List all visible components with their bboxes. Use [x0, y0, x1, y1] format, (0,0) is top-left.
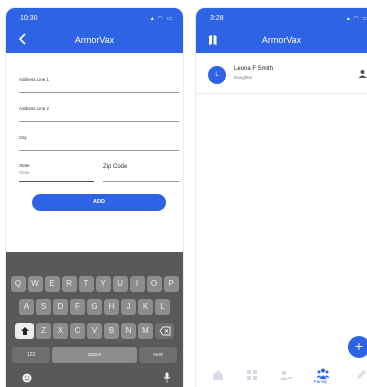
- avatar: L: [208, 66, 226, 84]
- key-l[interactable]: L: [155, 299, 170, 315]
- backspace-icon: [158, 326, 170, 336]
- zip-code-field[interactable]: Zip Code: [103, 161, 179, 182]
- contact-relation: Daughter: [234, 75, 253, 80]
- key-n[interactable]: N: [121, 323, 136, 339]
- app-header: 10:30 ▴ ◠ ▭ ArmorVax: [6, 8, 183, 53]
- key-b[interactable]: B: [104, 323, 119, 339]
- app-title: ArmorVax: [261, 35, 302, 45]
- next-key[interactable]: next: [139, 347, 177, 363]
- add-button[interactable]: ADD: [32, 194, 166, 211]
- emoji-icon[interactable]: [22, 373, 32, 383]
- keyboard-row-3: Z X C V B N M: [6, 323, 183, 339]
- key-f[interactable]: F: [70, 299, 85, 315]
- grid-icon[interactable]: [245, 368, 259, 382]
- shift-key[interactable]: [15, 323, 34, 339]
- state-label: State: [19, 163, 30, 168]
- key-k[interactable]: K: [138, 299, 153, 315]
- zip-code-label: Zip Code: [103, 164, 128, 170]
- keyboard-row-2: A S D F G H J K L: [6, 299, 183, 315]
- space-key[interactable]: space: [52, 347, 137, 363]
- profile-card-icon[interactable]: [279, 368, 293, 382]
- numbers-key[interactable]: 123: [12, 347, 50, 363]
- state-field[interactable]: State State: [19, 161, 94, 182]
- add-family-member-button[interactable]: +: [348, 336, 367, 358]
- key-x[interactable]: X: [53, 323, 68, 339]
- shift-icon: [20, 327, 29, 335]
- left-phone-screen: 10:30 ▴ ◠ ▭ ArmorVax Address Line 1 Addr…: [6, 8, 183, 387]
- bottom-navigation: Family: [196, 358, 367, 387]
- city-label: City: [19, 135, 27, 140]
- app-header: 3:28 ▴ ◠ ▭ ArmorVax: [196, 8, 367, 53]
- key-e[interactable]: E: [44, 276, 60, 292]
- address-line-2-label: Address Line 2: [19, 106, 50, 111]
- microphone-icon[interactable]: [163, 372, 171, 383]
- state-placeholder: State: [19, 170, 30, 175]
- key-z[interactable]: Z: [36, 323, 51, 339]
- key-r[interactable]: R: [61, 276, 77, 292]
- key-v[interactable]: V: [87, 323, 102, 339]
- key-s[interactable]: S: [36, 299, 51, 315]
- status-icons: ▴ ◠ ▭: [346, 16, 367, 22]
- status-icons: ▴ ◠ ▭: [150, 16, 173, 22]
- status-time: 3:28: [210, 15, 224, 22]
- key-c[interactable]: C: [70, 323, 85, 339]
- status-time: 10:30: [20, 15, 38, 22]
- key-m[interactable]: M: [138, 323, 153, 339]
- keyboard: Q W E R T Y U I O P A S D F G H J K L Z …: [6, 252, 183, 387]
- key-a[interactable]: A: [19, 299, 34, 315]
- key-j[interactable]: J: [121, 299, 136, 315]
- key-i[interactable]: I: [129, 276, 145, 292]
- key-t[interactable]: T: [78, 276, 94, 292]
- family-nav-label: Family: [314, 379, 328, 384]
- key-o[interactable]: O: [146, 276, 162, 292]
- edit-icon[interactable]: [354, 368, 367, 382]
- keyboard-row-1: Q W E R T Y U I O P: [6, 276, 183, 292]
- key-g[interactable]: G: [87, 299, 102, 315]
- keyboard-row-4: 123 space next: [6, 347, 183, 363]
- address-line-1-field[interactable]: Address Line 1: [19, 74, 179, 93]
- person-icon[interactable]: [358, 69, 367, 78]
- keyboard-bottom-bar: [6, 371, 183, 385]
- key-w[interactable]: W: [27, 276, 43, 292]
- backspace-key[interactable]: [155, 323, 174, 339]
- family-member-row[interactable]: L Leona F Smith Daughter: [196, 63, 367, 94]
- home-icon[interactable]: [211, 368, 225, 382]
- right-phone-screen: 3:28 ▴ ◠ ▭ ArmorVax L Leona F Smith Daug…: [196, 8, 367, 387]
- app-title: ArmorVax: [74, 35, 115, 45]
- address-line-1-label: Address Line 1: [19, 77, 50, 82]
- key-d[interactable]: D: [53, 299, 68, 315]
- key-h[interactable]: H: [104, 299, 119, 315]
- city-field[interactable]: City: [19, 132, 179, 151]
- key-u[interactable]: U: [112, 276, 128, 292]
- contact-name: Leona F Smith: [234, 66, 274, 72]
- key-p[interactable]: P: [163, 276, 179, 292]
- key-q[interactable]: Q: [10, 276, 26, 292]
- key-y[interactable]: Y: [95, 276, 111, 292]
- address-line-2-field[interactable]: Address Line 2: [19, 103, 179, 122]
